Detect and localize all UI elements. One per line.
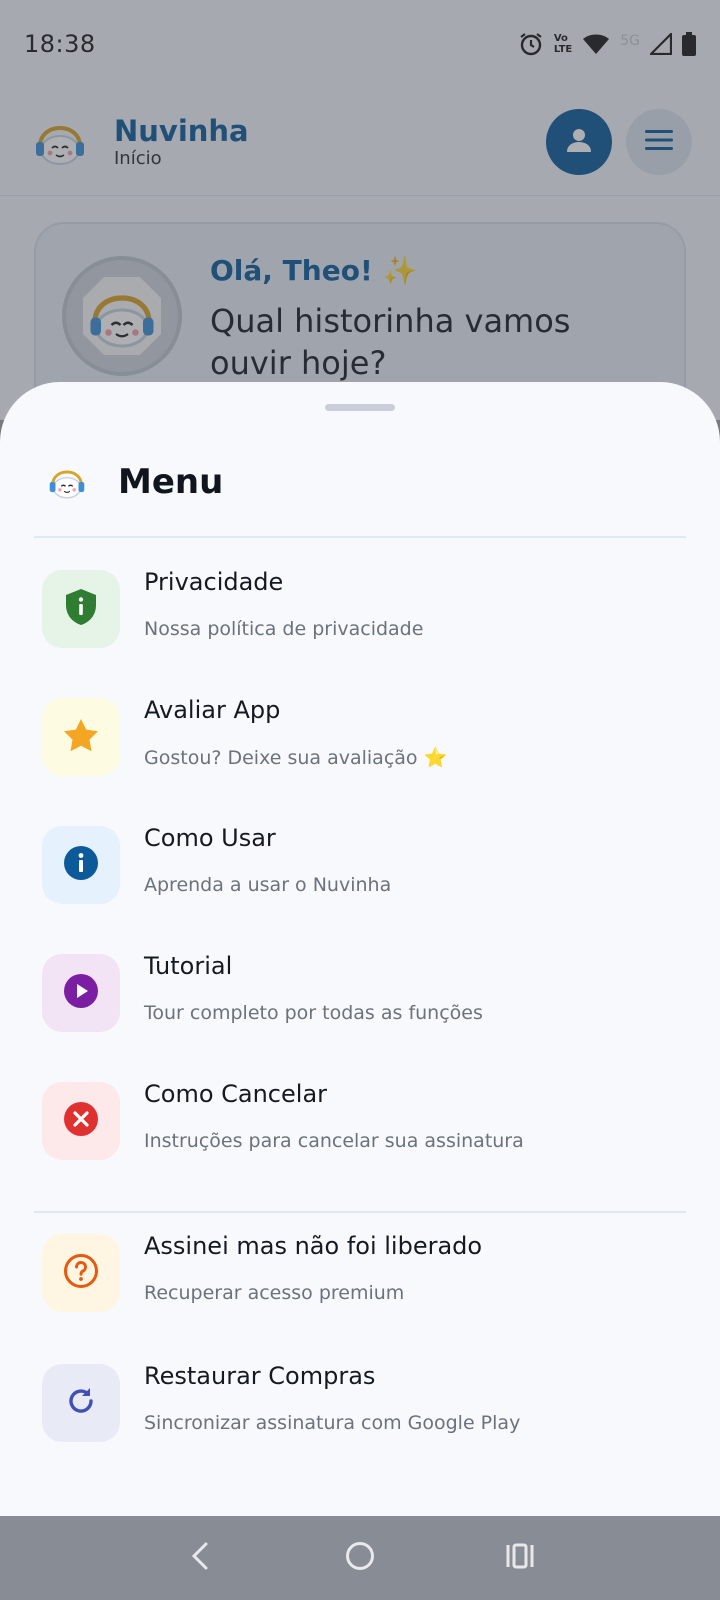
menu-item-title: Restaurar Compras — [144, 1362, 376, 1390]
menu-item-restaurar-compras[interactable]: Restaurar Compras Sincronizar assinatura… — [42, 1358, 682, 1448]
cancel-icon — [63, 1101, 99, 1141]
cancel-icon-tile — [42, 1082, 120, 1160]
divider — [34, 536, 686, 538]
menu-item-tutorial[interactable]: Tutorial Tour completo por todas as funç… — [42, 948, 682, 1038]
play-icon — [63, 973, 99, 1013]
menu-item-title: Privacidade — [144, 568, 284, 596]
help-icon — [63, 1253, 99, 1293]
menu-item-subtitle: Sincronizar assinatura com Google Play — [144, 1412, 521, 1434]
menu-item-como-cancelar[interactable]: Como Cancelar Instruções para cancelar s… — [42, 1076, 682, 1166]
menu-item-title: Como Cancelar — [144, 1080, 328, 1108]
menu-bottom-sheet: Menu Privacidade Nossa política de priva… — [0, 382, 720, 1516]
home-icon — [345, 1541, 375, 1575]
menu-title: Menu — [118, 462, 224, 502]
menu-item-title: Tutorial — [144, 952, 233, 980]
menu-header: Menu — [44, 442, 223, 522]
menu-item-subtitle: Tour completo por todas as funções — [144, 1002, 483, 1024]
menu-item-subtitle: Nossa política de privacidade — [144, 618, 424, 640]
menu-item-subtitle: Instruções para cancelar sua assinatura — [144, 1130, 524, 1152]
recents-button[interactable] — [490, 1528, 550, 1588]
back-button[interactable] — [170, 1528, 230, 1588]
divider — [34, 1211, 686, 1213]
home-button[interactable] — [330, 1528, 390, 1588]
back-icon — [188, 1541, 212, 1575]
menu-item-avaliar-app[interactable]: Avaliar App Gostou? Deixe sua avaliação … — [42, 692, 682, 782]
menu-item-privacidade[interactable]: Privacidade Nossa política de privacidad… — [42, 564, 682, 654]
menu-item-title: Como Usar — [144, 824, 276, 852]
help-icon-tile — [42, 1234, 120, 1312]
menu-item-subtitle: Aprenda a usar o Nuvinha — [144, 874, 392, 896]
sheet-drag-handle[interactable] — [325, 404, 395, 411]
tutorial-icon-tile — [42, 954, 120, 1032]
shield-info-icon — [64, 588, 98, 630]
star-icon — [63, 718, 99, 756]
rate-icon-tile — [42, 698, 120, 776]
recents-icon — [505, 1542, 535, 1574]
menu-item-assinei-nao-liberado[interactable]: Assinei mas não foi liberado Recuperar a… — [42, 1228, 682, 1318]
menu-item-subtitle: Gostou? Deixe sua avaliação ⭐ — [144, 747, 448, 769]
restore-icon-tile — [42, 1364, 120, 1442]
menu-item-title: Assinei mas não foi liberado — [144, 1232, 483, 1260]
menu-item-title: Avaliar App — [144, 696, 281, 724]
info-icon — [63, 845, 99, 885]
menu-item-subtitle: Recuperar acesso premium — [144, 1282, 405, 1304]
refresh-icon — [64, 1384, 98, 1422]
nuvinha-logo-icon — [44, 459, 90, 505]
system-nav-bar — [0, 1516, 720, 1600]
privacy-icon-tile — [42, 570, 120, 648]
menu-item-como-usar[interactable]: Como Usar Aprenda a usar o Nuvinha — [42, 820, 682, 910]
info-icon-tile — [42, 826, 120, 904]
